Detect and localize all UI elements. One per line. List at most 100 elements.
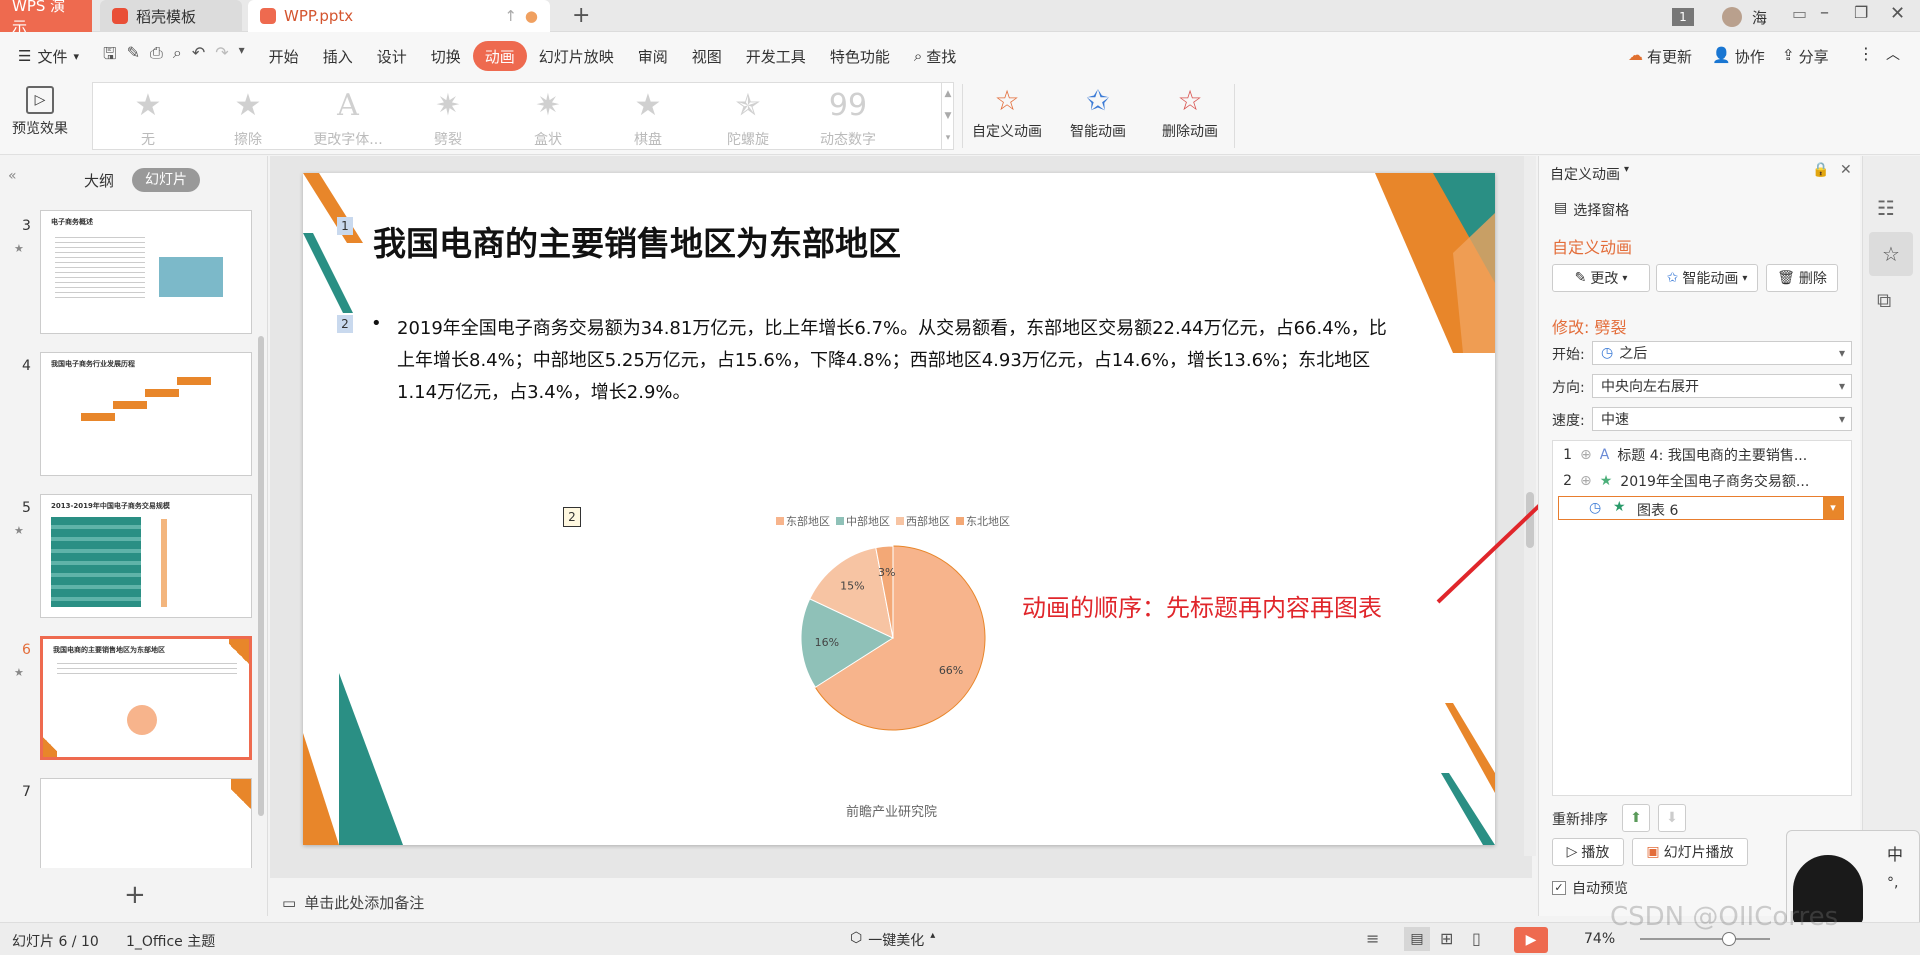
upload-icon[interactable]: ↑ [504,7,517,25]
undo-icon[interactable]: ↶ [192,43,205,70]
animation-pane-icon[interactable]: ☆ [1869,232,1913,276]
delete-animation-button[interactable]: ☆ 删除动画 [1162,84,1218,141]
tab-document[interactable]: WPP.pptx ↑ ● [248,0,550,32]
sorter-view-icon[interactable]: ⊞ [1440,929,1453,948]
zoom-handle[interactable] [1722,932,1736,946]
slide-bullet-text[interactable]: 2019年全国电子商务交易额为34.81万亿元，比上年增长6.7%。从交易额看，… [397,313,1397,409]
menu-transition[interactable]: 切换 [419,41,473,71]
tab-outline[interactable]: 大纲 [84,170,114,191]
slideshow-button[interactable]: ▣ 幻灯片播放 [1632,838,1748,866]
smart-animation-button[interactable]: ✩ 智能动画 [1070,84,1126,141]
animation-order-marker-2[interactable]: 2 [337,315,353,333]
reading-view-icon[interactable]: ▯ [1472,929,1481,948]
restore-button[interactable]: ❐ [1854,3,1868,22]
delete-pane-button[interactable]: 🗑 删除 [1766,264,1838,292]
preview-effect-button[interactable]: ▷ 预览效果 [12,86,68,138]
autopreview-checkbox[interactable]: ✓ 自动预览 [1552,878,1628,898]
print-preview-icon[interactable]: ⌕ [173,43,182,70]
effect-split[interactable]: ✷ 劈裂 [405,89,491,149]
avatar[interactable] [1722,7,1742,27]
menu-review[interactable]: 审阅 [626,41,680,71]
menu-special[interactable]: 特色功能 [818,41,902,71]
menu-animation[interactable]: 动画 [472,41,527,71]
effect-checkerboard[interactable]: ★ 棋盘 [605,89,691,149]
slide-thumbnail-6-selected[interactable]: 我国电商的主要销售地区为东部地区 [40,636,252,760]
move-up-button[interactable]: ⬆ [1622,804,1650,832]
beautify-button[interactable]: ⬡ 一键美化 ▴ [850,930,935,950]
new-tab-button[interactable]: + [572,3,590,28]
save-icon[interactable]: 🖫 [103,43,117,70]
slide-title[interactable]: 我国电商的主要销售地区为东部地区 [373,217,901,265]
effect-box[interactable]: ✷ 盒状 [505,89,591,149]
speed-dropdown[interactable]: 中速 [1592,407,1852,431]
notes-area[interactable]: ▭ 单击此处添加备注 [282,892,424,913]
minimize-button[interactable]: – [1820,2,1829,23]
effect-dynamic-number[interactable]: 99 动态数字 [805,89,891,149]
add-slide-button[interactable]: + [124,880,146,910]
canvas-horizontal-scrollbar[interactable] [282,862,1512,872]
tab-docer[interactable]: 稻壳模板 [100,0,242,32]
close-window-button[interactable]: ✕ [1890,3,1905,24]
transition-icon[interactable]: ⧉ [1877,288,1891,312]
collapse-panel-icon[interactable]: « [8,168,17,184]
more-icon[interactable]: ⋮ [1858,44,1874,63]
normal-view-icon[interactable]: ▤ [1404,927,1430,951]
slide-thumbnail-5[interactable]: 2013-2019年中国电子商务交易规模 [40,494,252,618]
close-pane-button[interactable]: ✕ [1840,162,1852,178]
customize-icon[interactable]: ▾ [239,43,245,70]
share-button[interactable]: ⇪ 分享 [1782,46,1829,67]
pie-chart[interactable]: 东部地区 中部地区 西部地区 东北地区 66% 16% 15% 3% [733,513,1053,733]
selection-pane-button[interactable]: ▤ 选择窗格 [1554,200,1629,220]
ime-punctuation[interactable]: °, [1887,875,1898,891]
menu-developer[interactable]: 开发工具 [734,41,818,71]
change-button[interactable]: ✎ 更改 ▾ [1552,264,1650,292]
zoom-slider[interactable] [1640,932,1770,946]
custom-animation-button[interactable]: ☆ 自定义动画 [972,84,1042,141]
move-down-button[interactable]: ⬇ [1658,804,1686,832]
menu-design[interactable]: 设计 [365,41,419,71]
animation-item-3-selected[interactable]: ◷ ★ 图表 6 ▾ [1558,496,1844,520]
collapse-ribbon-icon[interactable]: ︿ [1886,44,1900,64]
menu-home[interactable]: 开始 [257,41,311,71]
gallery-scroll[interactable]: ▲ ▼ ▾ [941,83,954,149]
print-icon[interactable]: ⎙ [150,43,163,70]
file-menu[interactable]: ☰ 文件 ▾ [0,41,91,71]
update-button[interactable]: ☁ 有更新 [1628,46,1692,67]
menu-view[interactable]: 视图 [680,41,734,71]
tab-slides[interactable]: 幻灯片 [132,168,200,192]
slide-thumbnail-7[interactable] [40,778,252,868]
effect-wipe[interactable]: ★ 擦除 [205,89,291,149]
direction-dropdown[interactable]: 中央向左右展开 [1592,374,1852,398]
notes-toggle-icon[interactable]: ≡ [1366,929,1379,948]
animation-order-marker-1[interactable]: 1 [337,217,353,235]
zoom-level[interactable]: 74% [1584,931,1615,947]
slide-thumbnail-4[interactable]: 我国电子商务行业发展历程 [40,352,252,476]
smart-animation-pane-button[interactable]: ✩ 智能动画 ▾ [1656,264,1758,292]
pin-icon[interactable]: 🔒 [1812,162,1829,178]
effect-spin[interactable]: ✯ 陀螺旋 [705,89,791,149]
chart-animation-marker[interactable]: 2 [563,507,581,527]
play-button[interactable]: ▷ 播放 [1552,838,1624,866]
pane-title[interactable]: 自定义动画 ▾ [1550,164,1629,184]
thumbnail-scrollbar[interactable] [258,336,264,816]
skin-icon[interactable]: ▭ [1792,4,1807,23]
properties-icon[interactable]: ☷ [1877,196,1895,220]
menu-insert[interactable]: 插入 [311,41,365,71]
menu-slideshow[interactable]: 幻灯片放映 [527,41,626,71]
effect-none[interactable]: ★ 无 [105,89,191,149]
start-slideshow-button[interactable]: ▶ [1514,927,1548,953]
search-button[interactable]: ⌕ 查找 [902,41,968,71]
slide-canvas[interactable]: 1 我国电商的主要销售地区为东部地区 2 • 2019年全国电子商务交易额为34… [303,173,1495,845]
tab-wps-app[interactable]: WPS 演示 [0,0,92,36]
effect-change-font[interactable]: A 更改字体... [305,89,391,149]
animation-item-1[interactable]: 1 ⊕ A 标题 4: 我国电商的主要销售... [1556,442,1836,468]
animation-item-2[interactable]: 2 ⊕ ★ 2019年全国电子商务交易额... [1556,468,1836,494]
redo-icon[interactable]: ↷ [215,43,228,70]
format-painter-icon[interactable]: ✎ [127,43,140,70]
item-dropdown-button[interactable]: ▾ [1823,497,1843,519]
slide-thumbnail-3[interactable]: 电子商务概述 [40,210,252,334]
ime-language[interactable]: 中 [1887,841,1903,865]
theme-name[interactable]: 1_Office 主题 [126,931,215,951]
start-dropdown[interactable]: ◷ 之后 [1592,341,1852,365]
collab-button[interactable]: 👤 协作 [1712,46,1765,67]
